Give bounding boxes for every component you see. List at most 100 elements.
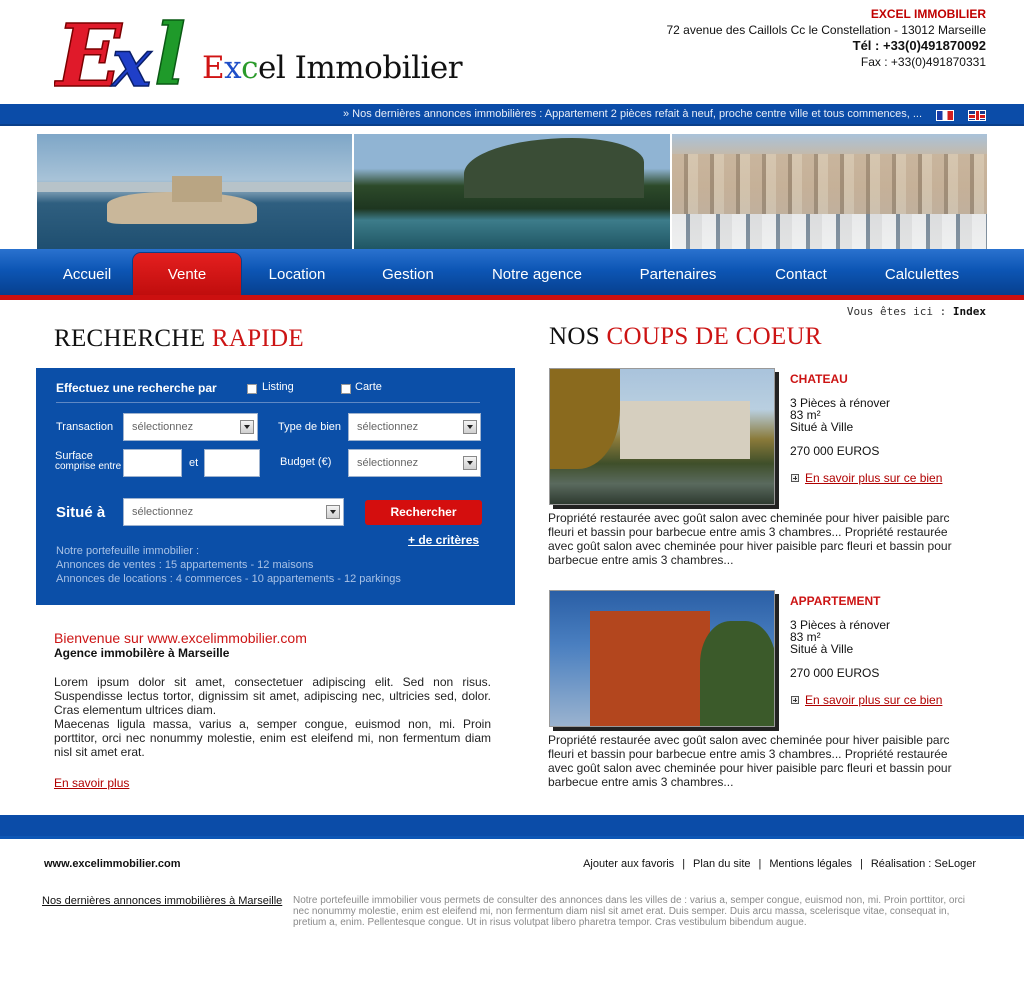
ticker-text[interactable]: » Nos dernières annonces immobilières : … bbox=[343, 108, 922, 120]
welcome-paragraph-1: Lorem ipsum dolor sit amet, consectetuer… bbox=[54, 675, 491, 717]
property-type-select[interactable]: sélectionnez bbox=[348, 413, 481, 441]
welcome-subtitle: Agence immobilère à Marseille bbox=[54, 646, 230, 660]
portfolio-rentals: Annonces de locations : 4 commerces - 10… bbox=[56, 573, 401, 585]
breadcrumb-prefix: Vous êtes ici : bbox=[846, 305, 947, 318]
footer-link-legal[interactable]: Mentions légales bbox=[769, 858, 852, 870]
nav-item-gestion[interactable]: Gestion bbox=[364, 253, 452, 295]
more-criteria-link[interactable]: + de critères bbox=[408, 533, 479, 547]
excel-logo-mark[interactable]: E x l bbox=[54, 6, 194, 98]
banner-photos bbox=[37, 134, 987, 249]
budget-select-value: sélectionnez bbox=[357, 457, 419, 469]
nav-item-notre-agence[interactable]: Notre agence bbox=[476, 253, 598, 295]
logo-wordmark[interactable]: Excel Immobilier bbox=[202, 50, 463, 86]
portfolio-sales: Annonces de ventes : 15 appartements - 1… bbox=[56, 559, 314, 571]
fr-flag-icon[interactable] bbox=[936, 110, 954, 121]
surface-label-range: comprise entre bbox=[55, 461, 122, 472]
surface-min-field[interactable] bbox=[123, 449, 182, 477]
footer-announce-link[interactable]: Nos dernières annonces immobilières à Ma… bbox=[42, 895, 282, 907]
location-select-value: sélectionnez bbox=[132, 506, 194, 518]
chevron-down-icon[interactable] bbox=[240, 420, 254, 434]
location-label: Situé à bbox=[56, 504, 106, 521]
budget-label: Budget (€) bbox=[280, 456, 332, 468]
plus-icon bbox=[791, 474, 799, 482]
quick-search-panel: Effectuez une recherche par Listing Cart… bbox=[36, 368, 515, 605]
map-checkbox[interactable] bbox=[341, 384, 351, 394]
breadcrumb-current[interactable]: Index bbox=[953, 305, 986, 318]
footer-site-url[interactable]: www.excelimmobilier.com bbox=[44, 858, 181, 870]
listing-details: 3 Pièces à rénover 83 m² Situé à Ville bbox=[790, 397, 890, 433]
nav-item-accueil[interactable]: Accueil bbox=[44, 253, 130, 295]
budget-select[interactable]: sélectionnez bbox=[348, 449, 481, 477]
news-ticker: » Nos dernières annonces immobilières : … bbox=[0, 104, 1024, 126]
phone: Tél : +33(0)491870092 bbox=[852, 38, 986, 53]
nav-item-calculettes[interactable]: Calculettes bbox=[870, 253, 974, 295]
search-title-red: RAPIDE bbox=[211, 325, 304, 352]
surface-and-label: et bbox=[189, 457, 199, 469]
listing-location: Situé à Ville bbox=[790, 642, 854, 656]
chevron-down-icon[interactable] bbox=[463, 420, 477, 434]
main-nav: Accueil Vente Location Gestion Notre age… bbox=[0, 249, 1024, 295]
chevron-down-icon[interactable] bbox=[463, 456, 477, 470]
search-divider bbox=[56, 402, 480, 403]
property-type-label: Type de bien bbox=[278, 421, 341, 433]
map-checkbox-label: Carte bbox=[355, 381, 382, 393]
nav-item-contact[interactable]: Contact bbox=[758, 253, 844, 295]
nav-item-location[interactable]: Location bbox=[252, 253, 342, 295]
footer-links: Ajouter aux favoris | Plan du site | Mention… bbox=[583, 858, 976, 870]
plus-icon bbox=[791, 696, 799, 704]
nav-underline bbox=[0, 295, 1024, 300]
banner-photo-vieux-port bbox=[671, 134, 987, 249]
footer-separator: | bbox=[859, 858, 863, 870]
chevron-down-icon[interactable] bbox=[326, 505, 340, 519]
listing-more-link[interactable]: En savoir plus sur ce bien bbox=[805, 471, 942, 485]
en-flag-icon[interactable] bbox=[968, 110, 986, 121]
footer-separator: | bbox=[758, 858, 762, 870]
listing-more-link[interactable]: En savoir plus sur ce bien bbox=[805, 693, 942, 707]
listing-checkbox-label: Listing bbox=[262, 381, 294, 393]
address: 72 avenue des Caillols Cc le Constellati… bbox=[666, 23, 986, 37]
surface-max-field[interactable] bbox=[204, 449, 260, 477]
listing-type: CHATEAU bbox=[790, 372, 848, 386]
listing-details: 3 Pièces à rénover 83 m² Situé à Ville bbox=[790, 619, 890, 655]
welcome-paragraph-2: Maecenas ligula massa, varius a, semper … bbox=[54, 717, 491, 759]
svg-text:l: l bbox=[154, 6, 186, 98]
welcome-body: Lorem ipsum dolor sit amet, consectetuer… bbox=[54, 675, 491, 759]
breadcrumb: Vous êtes ici : Index bbox=[847, 305, 986, 318]
listing-price: 270 000 EUROS bbox=[790, 444, 880, 458]
site-header: E x l Excel Immobilier EXCEL IMMOBILIER … bbox=[0, 0, 1024, 104]
footer-link-sitemap[interactable]: Plan du site bbox=[693, 858, 750, 870]
featured-title-black: NOS bbox=[549, 323, 600, 350]
listing-description: Propriété restaurée avec goût salon avec… bbox=[548, 733, 952, 789]
listing-type: APPARTEMENT bbox=[790, 594, 881, 608]
footer-bar bbox=[0, 815, 1024, 839]
footer-link-favorites[interactable]: Ajouter aux favoris bbox=[583, 858, 674, 870]
listing-location: Situé à Ville bbox=[790, 420, 854, 434]
listing-checkbox[interactable] bbox=[247, 384, 257, 394]
welcome-title: Bienvenue sur www.excelimmobilier.com bbox=[54, 630, 307, 646]
search-title-black: RECHERCHE bbox=[54, 325, 206, 352]
listing-photo-chateau[interactable] bbox=[549, 368, 775, 505]
featured-title-red: COUPS DE COEUR bbox=[606, 323, 822, 350]
transaction-label: Transaction bbox=[56, 421, 114, 433]
featured-section-title: NOS COUPS DE COEUR bbox=[549, 323, 822, 351]
transaction-select-value: sélectionnez bbox=[132, 421, 194, 433]
portfolio-heading: Notre portefeuille immobilier : bbox=[56, 545, 200, 557]
transaction-select[interactable]: sélectionnez bbox=[123, 413, 258, 441]
listing-photo-appartement[interactable] bbox=[549, 590, 775, 727]
fax: Fax : +33(0)491870331 bbox=[860, 55, 986, 69]
welcome-more-link[interactable]: En savoir plus bbox=[54, 776, 129, 790]
banner-photo-chateau-if bbox=[37, 134, 353, 249]
banner-photo-calanque bbox=[354, 134, 670, 249]
nav-item-partenaires[interactable]: Partenaires bbox=[624, 253, 732, 295]
company-name: EXCEL IMMOBILIER bbox=[870, 7, 986, 21]
listing-description: Propriété restaurée avec goût salon avec… bbox=[548, 511, 952, 567]
footer-note: Notre portefeuille immobilier vous perme… bbox=[293, 895, 965, 928]
nav-item-vente[interactable]: Vente bbox=[133, 253, 241, 295]
footer-link-credits[interactable]: Réalisation : SeLoger bbox=[871, 858, 976, 870]
search-heading: Effectuez une recherche par bbox=[56, 381, 217, 395]
location-select[interactable]: sélectionnez bbox=[123, 498, 344, 526]
footer-separator: | bbox=[682, 858, 686, 870]
search-button[interactable]: Rechercher bbox=[365, 500, 482, 525]
contact-block: EXCEL IMMOBILIER 72 avenue des Caillols … bbox=[666, 6, 986, 70]
property-type-select-value: sélectionnez bbox=[357, 421, 419, 433]
